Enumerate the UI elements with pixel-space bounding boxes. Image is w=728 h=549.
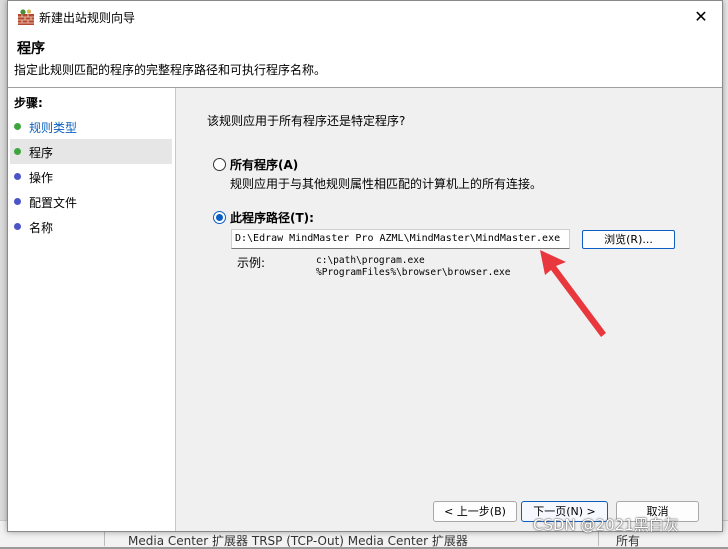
this-program-path-label[interactable]: 此程序路径(T):: [230, 209, 314, 226]
firewall-icon: [18, 9, 34, 25]
example-lines: c:\path\program.exe %ProgramFiles%\brows…: [316, 255, 510, 279]
example-line: c:\path\program.exe: [316, 255, 425, 266]
step-status-icon: [14, 123, 21, 130]
page-description: 指定此规则匹配的程序的完整程序路径和可执行程序名称。: [14, 63, 327, 77]
back-button[interactable]: < 上一步(B): [433, 501, 517, 522]
background-row-text: Media Center 扩展器 TRSP (TCP-Out) Media Ce…: [128, 534, 468, 548]
program-path-input[interactable]: D:\Edraw MindMaster Pro AZML\MindMaster\…: [231, 229, 570, 249]
step-action[interactable]: 操作: [8, 164, 175, 189]
step-status-icon: [14, 173, 21, 180]
window-title: 新建出站规则向导: [39, 11, 136, 25]
all-programs-radio[interactable]: [213, 158, 226, 171]
steps-panel: 步骤: 规则类型 程序 操作 配置文件 名称: [8, 88, 176, 531]
step-label: 配置文件: [29, 196, 78, 210]
all-programs-description: 规则应用于与其他规则属性相匹配的计算机上的所有连接。: [230, 177, 543, 191]
step-status-icon: [14, 198, 21, 205]
new-outbound-rule-wizard: 新建出站规则向导 ✕ 程序 指定此规则匹配的程序的完整程序路径和可执行程序名称。…: [7, 0, 723, 532]
step-label: 操作: [29, 171, 54, 185]
browse-button[interactable]: 浏览(R)...: [582, 230, 675, 249]
step-label: 规则类型: [29, 121, 78, 135]
content-panel: 该规则应用于所有程序还是特定程序? 所有程序(A) 规则应用于与其他规则属性相匹…: [176, 88, 722, 531]
steps-list: 规则类型 程序 操作 配置文件 名称: [8, 114, 175, 239]
close-icon: ✕: [694, 7, 708, 26]
watermark: CSDN @2021黑白灰: [533, 516, 679, 534]
this-program-path-radio[interactable]: [213, 211, 226, 224]
example-label: 示例:: [237, 256, 266, 270]
step-status-icon: [14, 223, 21, 230]
step-profile[interactable]: 配置文件: [8, 189, 175, 214]
steps-title: 步骤:: [14, 96, 43, 110]
step-label: 程序: [29, 146, 54, 160]
step-label: 名称: [29, 221, 54, 235]
title-bar: 新建出站规则向导 ✕: [8, 1, 722, 33]
step-status-icon: [14, 148, 21, 155]
close-button[interactable]: ✕: [683, 3, 719, 31]
question-text: 该规则应用于所有程序还是特定程序?: [207, 114, 406, 128]
example-line: %ProgramFiles%\browser\browser.exe: [316, 267, 511, 278]
page-title: 程序: [17, 41, 45, 57]
step-program[interactable]: 程序: [10, 139, 172, 164]
step-name[interactable]: 名称: [8, 214, 175, 239]
step-rule-type[interactable]: 规则类型: [8, 114, 175, 139]
wizard-header: 程序 指定此规则匹配的程序的完整程序路径和可执行程序名称。: [8, 33, 722, 88]
all-programs-label[interactable]: 所有程序(A): [230, 156, 298, 173]
